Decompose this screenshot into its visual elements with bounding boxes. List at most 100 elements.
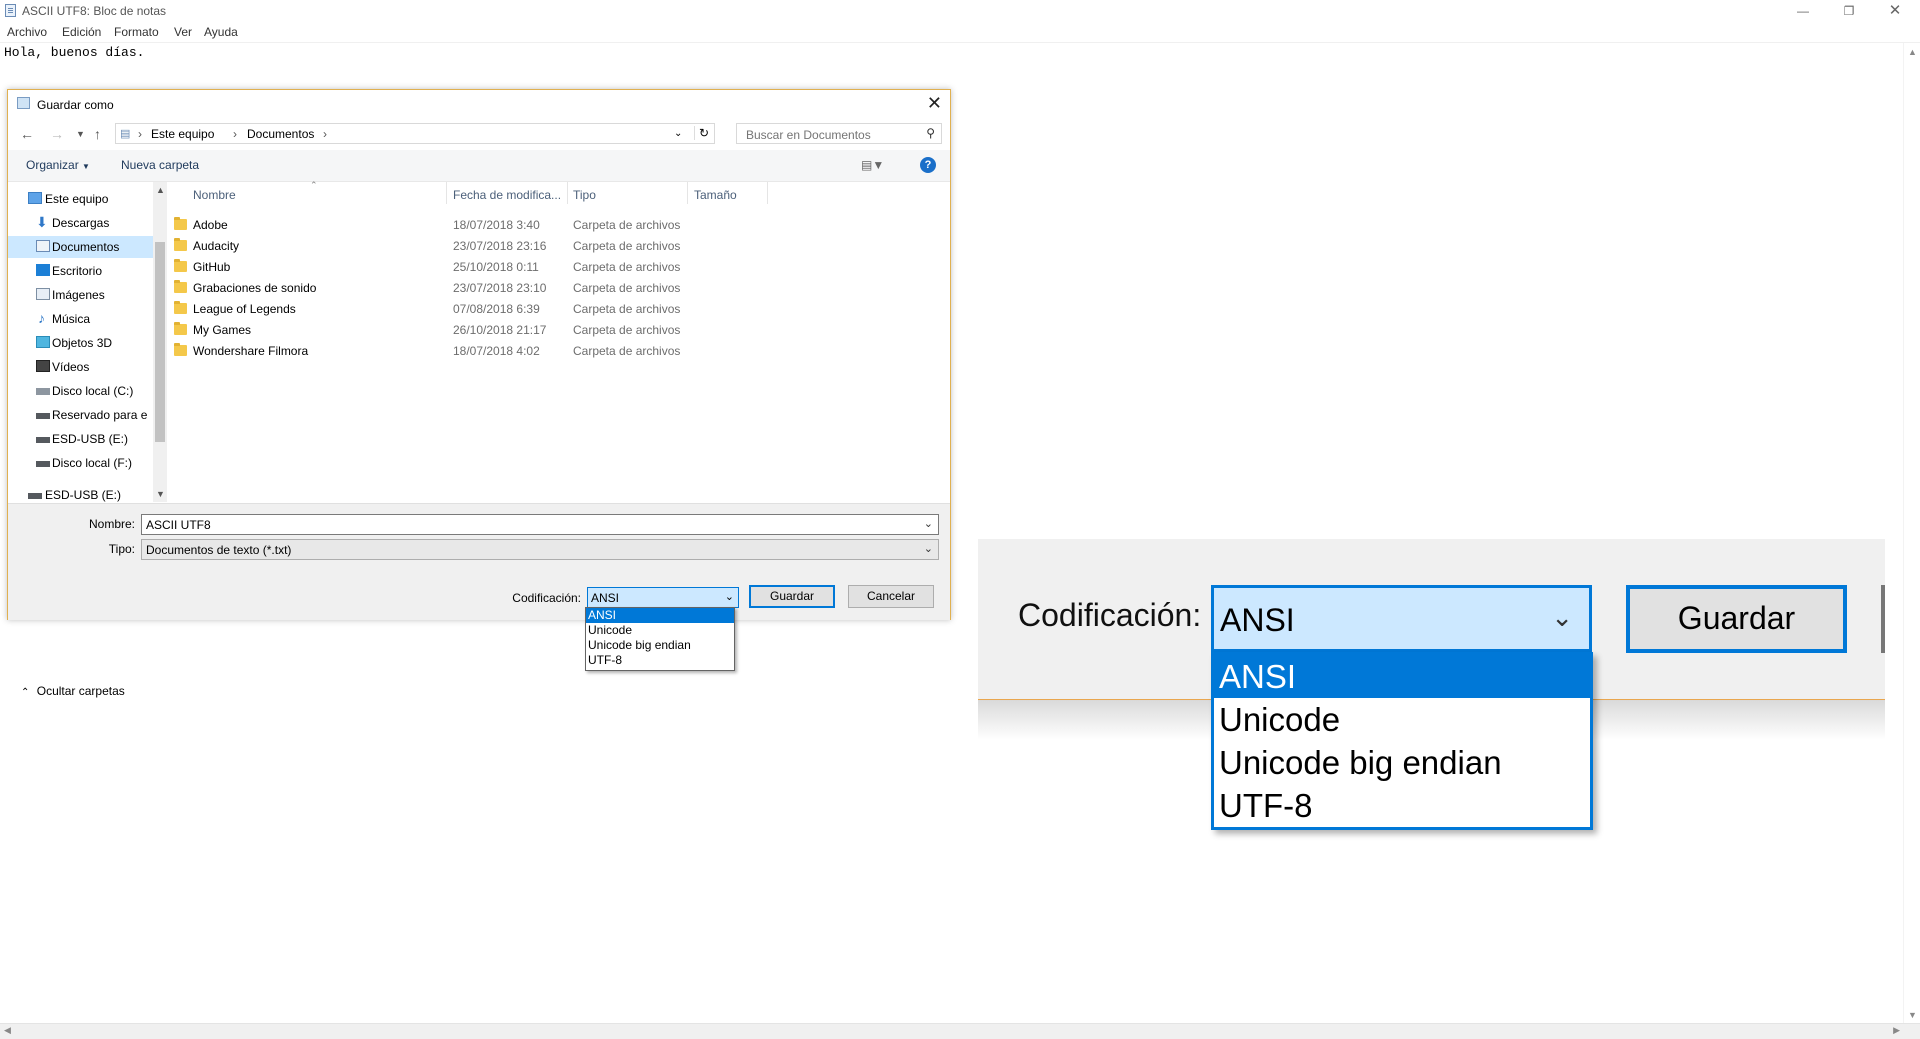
search-input[interactable] [744, 125, 918, 144]
cancel-button[interactable]: Cancelar [848, 585, 934, 608]
hide-folders-label: Ocultar carpetas [36, 684, 125, 698]
encoding-option-unicode-big-endian[interactable]: Unicode big endian [586, 638, 734, 653]
drive-icon [36, 388, 50, 395]
restore-button[interactable]: ❐ [1826, 0, 1872, 22]
column-header-name[interactable]: Nombre [193, 188, 236, 202]
nav-item-esd-usb-e[interactable]: ESD-USB (E:) [8, 428, 153, 450]
menu-bar: Archivo Edición Formato Ver Ayuda [0, 22, 1920, 43]
scroll-thumb[interactable] [155, 242, 165, 442]
nav-item-descargas[interactable]: ⬇ Descargas [8, 212, 153, 234]
column-divider[interactable] [446, 182, 447, 204]
minimize-button[interactable]: — [1780, 0, 1826, 22]
scroll-left-icon[interactable]: ◀ [4, 1025, 11, 1036]
nav-item-videos[interactable]: Vídeos [8, 356, 153, 378]
address-dropdown-chevron-icon[interactable]: ⌄ [674, 128, 682, 139]
file-type: Carpeta de archivos [573, 218, 681, 232]
column-divider[interactable] [767, 182, 768, 204]
file-row[interactable]: Adobe 18/07/2018 3:40 Carpeta de archivo… [167, 214, 950, 235]
nav-item-disco-f[interactable]: Disco local (F:) [8, 452, 153, 474]
encoding-chevron-icon[interactable]: ⌄ [725, 590, 734, 603]
encoding-option-unicode[interactable]: Unicode [586, 623, 734, 638]
usb-drive-icon [36, 437, 50, 443]
menu-archivo[interactable]: Archivo [7, 25, 47, 39]
horizontal-scrollbar[interactable]: ◀ ▶ [0, 1023, 1920, 1039]
hide-folders-button[interactable]: ⌃ Ocultar carpetas [21, 684, 125, 698]
nav-item-reservado[interactable]: Reservado para e [8, 404, 153, 426]
type-chevron-icon[interactable]: ⌄ [924, 542, 933, 555]
filename-value: ASCII UTF8 [146, 518, 211, 532]
menu-formato[interactable]: Formato [114, 25, 159, 39]
nav-item-musica[interactable]: ♪ Música [8, 308, 153, 330]
organize-button[interactable]: Organizar ▼ [26, 158, 90, 172]
folder-icon [174, 217, 187, 230]
menu-edicion[interactable]: Edición [62, 25, 101, 39]
back-arrow-icon[interactable]: ← [20, 126, 34, 142]
menu-ayuda[interactable]: Ayuda [204, 25, 238, 39]
column-header-size[interactable]: Tamaño [694, 188, 737, 202]
menu-ver[interactable]: Ver [174, 25, 192, 39]
refresh-icon[interactable]: ↻ [694, 126, 709, 140]
search-box[interactable]: ⚲ [736, 123, 942, 144]
filename-chevron-icon[interactable]: ⌄ [924, 517, 933, 530]
file-row[interactable]: My Games 26/10/2018 21:17 Carpeta de arc… [167, 319, 950, 340]
encoding-option-utf8[interactable]: UTF-8 [586, 653, 734, 668]
dialog-title: Guardar como [37, 98, 114, 112]
nav-item-label: Este equipo [45, 192, 109, 206]
nav-item-documentos[interactable]: Documentos [8, 236, 153, 258]
nav-item-label: Disco local (C:) [52, 384, 134, 398]
nav-item-escritorio[interactable]: Escritorio [8, 260, 153, 282]
navigation-pane-scrollbar[interactable]: ▲ ▼ [153, 182, 167, 502]
nav-item-label: ESD-USB (E:) [45, 488, 122, 502]
column-divider[interactable] [567, 182, 568, 204]
filename-input[interactable]: ASCII UTF8 ⌄ [141, 514, 939, 535]
column-header-type[interactable]: Tipo [573, 188, 596, 202]
file-row[interactable]: League of Legends 07/08/2018 6:39 Carpet… [167, 298, 950, 319]
scroll-down-icon[interactable]: ▼ [156, 489, 165, 499]
scroll-up-icon[interactable]: ▲ [156, 185, 165, 195]
breadcrumb-documentos[interactable]: Documentos [247, 127, 314, 141]
file-row[interactable]: Wondershare Filmora 18/07/2018 4:02 Carp… [167, 340, 950, 361]
encoding-option-ansi[interactable]: ANSI [586, 608, 734, 623]
scroll-right-icon[interactable]: ▶ [1893, 1025, 1900, 1036]
encoding-select[interactable]: ANSI ⌄ [587, 587, 739, 608]
nav-item-label: Reservado para e [52, 408, 148, 422]
file-name: My Games [193, 323, 252, 337]
forward-arrow-icon[interactable]: → [50, 126, 64, 142]
new-folder-button[interactable]: Nueva carpeta [121, 158, 199, 172]
pictures-icon [36, 288, 50, 300]
scroll-up-icon[interactable]: ▲ [1908, 47, 1917, 57]
view-options-icon[interactable]: ▤▼ [861, 158, 884, 172]
nav-item-esd-usb-e-2[interactable]: ESD-USB (E:) [8, 484, 153, 502]
file-row[interactable]: Audacity 23/07/2018 23:16 Carpeta de arc… [167, 235, 950, 256]
help-icon[interactable]: ? [920, 157, 936, 173]
file-row[interactable]: Grabaciones de sonido 23/07/2018 23:10 C… [167, 277, 950, 298]
breadcrumb-este-equipo[interactable]: Este equipo [151, 127, 214, 141]
column-header-date[interactable]: Fecha de modifica... [453, 188, 561, 202]
address-bar[interactable]: ▤ › Este equipo › Documentos › ⌄ ↻ [115, 123, 715, 144]
drive-icon [36, 413, 50, 419]
nav-item-label: Imágenes [52, 288, 105, 302]
close-button[interactable]: ✕ [1872, 0, 1918, 22]
encoding-dropdown-list: ANSI Unicode Unicode big endian UTF-8 [585, 607, 735, 671]
column-divider[interactable] [687, 182, 688, 204]
nav-item-disco-c[interactable]: Disco local (C:) [8, 380, 153, 402]
nav-item-este-equipo[interactable]: Este equipo [8, 188, 153, 210]
nav-item-objetos-3d[interactable]: Objetos 3D [8, 332, 153, 354]
zoomed-option-ansi: ANSI [1214, 655, 1590, 698]
type-select[interactable]: Documentos de texto (*.txt) ⌄ [141, 539, 939, 560]
nav-item-label: Objetos 3D [52, 336, 113, 350]
file-date: 25/10/2018 0:11 [453, 260, 539, 274]
search-icon[interactable]: ⚲ [926, 126, 935, 140]
dialog-close-icon[interactable]: ✕ [927, 93, 942, 114]
vertical-scrollbar[interactable]: ▲ ▼ [1903, 43, 1920, 1024]
recent-locations-chevron-icon[interactable]: ▼ [76, 129, 85, 139]
videos-icon [36, 360, 50, 372]
file-row[interactable]: GitHub 25/10/2018 0:11 Carpeta de archiv… [167, 256, 950, 277]
scroll-down-icon[interactable]: ▼ [1908, 1010, 1917, 1020]
nav-item-imagenes[interactable]: Imágenes [8, 284, 153, 306]
folder-icon [174, 280, 187, 293]
zoomed-encoding-value: ANSI [1220, 602, 1295, 638]
save-button[interactable]: Guardar [749, 585, 835, 608]
file-name: Adobe [193, 218, 228, 232]
up-arrow-icon[interactable]: ↑ [94, 126, 101, 142]
